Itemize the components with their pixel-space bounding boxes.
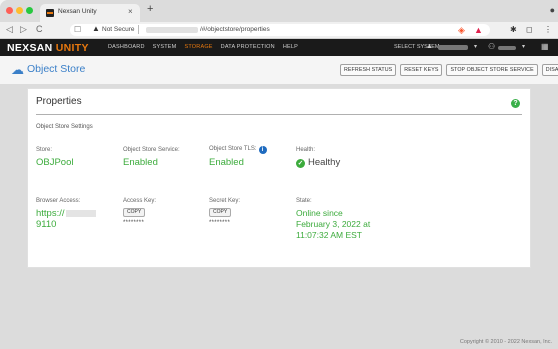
help-icon[interactable]: ? [511, 99, 520, 108]
check-circle-icon: ✓ [296, 159, 305, 168]
browser-menu-icon[interactable]: ⋮ [544, 25, 552, 34]
nexsan-favicon-icon [46, 9, 54, 17]
service-label: Object Store Service: [123, 147, 180, 153]
extensions-icon[interactable]: ✱ [510, 25, 517, 34]
tls-label-row: Object Store TLS: i [209, 146, 267, 154]
security-status[interactable]: Not Secure [102, 26, 135, 33]
not-secure-icon: ▲ [92, 24, 100, 33]
state-label: State: [296, 198, 312, 204]
browser-access-link[interactable]: https:// 9110 [36, 208, 96, 230]
brave-shield-icon[interactable]: ◈ [458, 25, 465, 36]
user-dropdown[interactable]: ⚇ ▾ [488, 42, 528, 53]
health-value: Healthy [308, 157, 341, 168]
state-line-1: Online since [296, 208, 343, 218]
divider [36, 114, 522, 115]
browser-access-host-redacted [65, 210, 96, 217]
copyright-footer: Copyright © 2010 - 2022 Nexsan, Inc. [459, 339, 552, 345]
user-icon: ⚇ [488, 42, 496, 51]
page-header: ☁ Object Store REFRESH STATUS RESET KEYS… [0, 56, 558, 84]
info-icon[interactable]: i [258, 146, 267, 154]
logo-main: NEXSAN [7, 42, 53, 54]
nav-data-protection[interactable]: DATA PROTECTION [221, 44, 275, 50]
url-host-redacted [146, 27, 198, 33]
state-line-3: 11:07:32 AM EST [296, 230, 362, 240]
sidebar-icon[interactable]: ◻ [526, 25, 533, 34]
section-label: Object Store Settings [36, 124, 93, 130]
system-dropdown[interactable]: ▲ ▾ [426, 42, 482, 53]
close-window-button[interactable] [6, 7, 13, 14]
calendar-icon[interactable]: ▦ [541, 42, 549, 51]
browser-window: Nexsan Unity × + ● ◁ ▷ C ☐ ▲ Not Secure … [0, 0, 558, 349]
secret-key-label: Secret Key: [209, 198, 241, 204]
health-status: ✓ Healthy [296, 157, 340, 168]
logo-accent: UNITY [55, 42, 89, 54]
panel-title: Properties [36, 96, 82, 107]
nav-dashboard[interactable]: DASHBOARD [108, 44, 145, 50]
state-line-2: February 3, 2022 at [296, 219, 371, 229]
system-name-redacted [438, 45, 468, 50]
brave-rewards-icon[interactable]: ▲ [474, 25, 483, 35]
browser-tab[interactable]: Nexsan Unity × [40, 4, 140, 22]
browser-access-label: Browser Access: [36, 198, 81, 204]
action-toolbar: REFRESH STATUS RESET KEYS STOP OBJECT ST… [340, 64, 558, 76]
profile-icon[interactable]: ● [550, 5, 555, 15]
tab-title: Nexsan Unity [58, 8, 97, 15]
forward-icon[interactable]: ▷ [20, 24, 27, 35]
nav-help[interactable]: HELP [283, 44, 298, 50]
nav-system[interactable]: SYSTEM [153, 44, 177, 50]
url-divider [138, 25, 139, 34]
copy-access-key-button[interactable]: COPY [123, 208, 146, 217]
tls-label: Object Store TLS: [209, 146, 257, 152]
browser-access-url-prefix: https:// [36, 208, 65, 219]
stop-object-store-service-button[interactable]: STOP OBJECT STORE SERVICE [446, 64, 538, 76]
object-store-icon: ☁ [11, 62, 24, 77]
chevron-down-icon: ▾ [474, 44, 478, 50]
tab-strip: Nexsan Unity × + ● [0, 0, 558, 22]
main-menu: DASHBOARD SYSTEM STORAGE DATA PROTECTION… [108, 44, 298, 50]
access-key-label: Access Key: [123, 198, 157, 204]
reset-keys-button[interactable]: RESET KEYS [400, 64, 443, 76]
copy-secret-key-button[interactable]: COPY [209, 208, 232, 217]
properties-panel: Properties ? Object Store Settings Store… [27, 88, 531, 268]
secret-key-value: ******** [209, 220, 231, 226]
browser-access-url-port: 9110 [36, 219, 57, 230]
url-input[interactable]: ☐ ▲ Not Secure /#/objectstore/properties… [70, 24, 490, 36]
back-icon[interactable]: ◁ [6, 24, 13, 35]
app-top-nav: NEXSAN UNITY DASHBOARD SYSTEM STORAGE DA… [0, 39, 558, 56]
chevron-down-icon: ▾ [522, 44, 526, 50]
tls-value: Enabled [209, 157, 244, 168]
nexsan-unity-logo[interactable]: NEXSAN UNITY [7, 42, 89, 54]
maximize-window-button[interactable] [26, 7, 33, 14]
bookmark-icon[interactable]: ☐ [74, 25, 81, 34]
username-redacted [498, 46, 516, 50]
store-label: Store: [36, 147, 53, 153]
new-tab-button[interactable]: + [147, 4, 153, 15]
store-value: OBJPool [36, 157, 74, 168]
service-value: Enabled [123, 157, 158, 168]
state-value: Online since February 3, 2022 at 11:07:3… [296, 208, 370, 241]
url-path: /#/objectstore/properties [200, 26, 270, 33]
reload-icon[interactable]: C [36, 24, 43, 34]
system-icon: ▲ [426, 43, 433, 50]
page-title: Object Store [27, 63, 86, 75]
close-tab-icon[interactable]: × [128, 7, 133, 16]
minimize-window-button[interactable] [16, 7, 23, 14]
nav-storage[interactable]: STORAGE [184, 44, 212, 50]
access-key-value: ******** [123, 220, 145, 226]
address-bar: ◁ ▷ C ☐ ▲ Not Secure /#/objectstore/prop… [0, 22, 558, 39]
refresh-status-button[interactable]: REFRESH STATUS [340, 64, 397, 76]
health-label: Health: [296, 147, 316, 153]
disable-tls-button[interactable]: DISABLE TLS [541, 64, 558, 76]
